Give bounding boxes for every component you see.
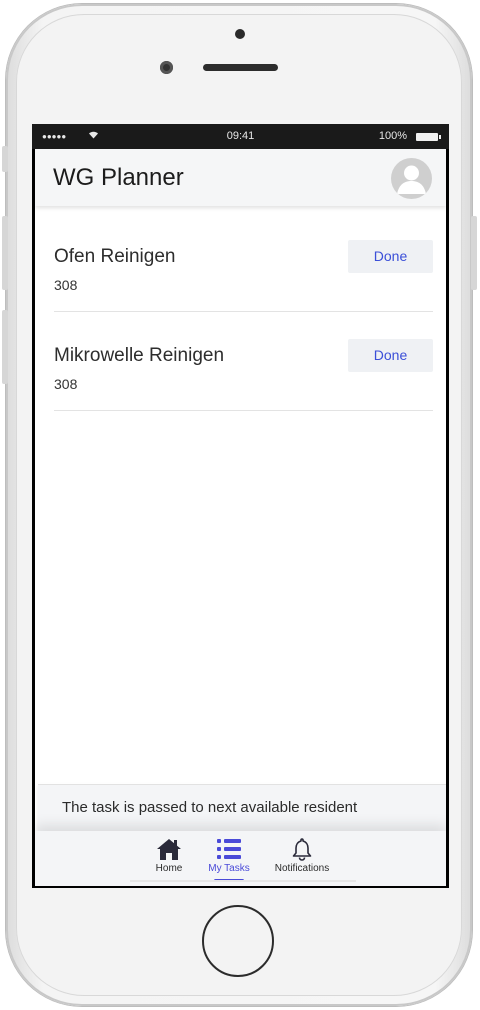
earpiece-speaker [203, 64, 278, 71]
task-title: Ofen Reinigen [54, 246, 176, 267]
tab-notifications[interactable]: Notifications [264, 837, 340, 881]
task-item: Ofen Reinigen 308 Done [54, 236, 433, 312]
battery-percent: 100% [378, 130, 407, 142]
task-item: Mikrowelle Reinigen 308 Done [54, 335, 433, 411]
task-room: 308 [54, 376, 78, 392]
front-camera [160, 61, 173, 74]
camera-dot [235, 29, 245, 39]
battery-icon [416, 133, 441, 141]
tab-my-tasks[interactable]: My Tasks [191, 837, 267, 882]
task-title: Mikrowelle Reinigen [54, 345, 225, 366]
done-button[interactable]: Done [348, 339, 433, 372]
done-button[interactable]: Done [348, 240, 433, 273]
power-button [471, 216, 477, 290]
tab-notifications-label: Notifications [274, 863, 330, 874]
app-title: WG Planner [53, 164, 184, 191]
list-icon [191, 837, 267, 863]
task-room: 308 [54, 277, 78, 293]
volume-up-button [2, 216, 8, 290]
toast-text: The task is passed to next available res… [62, 799, 358, 816]
toast-message: The task is passed to next available res… [38, 784, 446, 831]
app-view: WG Planner Ofen Reinigen 308 Done Mikrow… [35, 149, 446, 886]
volume-down-button [2, 310, 8, 384]
app-header: WG Planner [35, 149, 446, 206]
tab-bar: Home My Tasks Notifications [35, 831, 446, 886]
home-indicator [130, 880, 356, 882]
user-avatar-icon [397, 165, 426, 194]
mute-switch [2, 146, 8, 172]
bell-icon [264, 837, 340, 863]
home-button[interactable] [202, 905, 274, 977]
avatar[interactable] [391, 158, 432, 199]
screen: ●●●●● 09:41 100% WG Planner Ofen Reinige… [32, 124, 449, 888]
status-bar: ●●●●● 09:41 100% [32, 124, 449, 149]
